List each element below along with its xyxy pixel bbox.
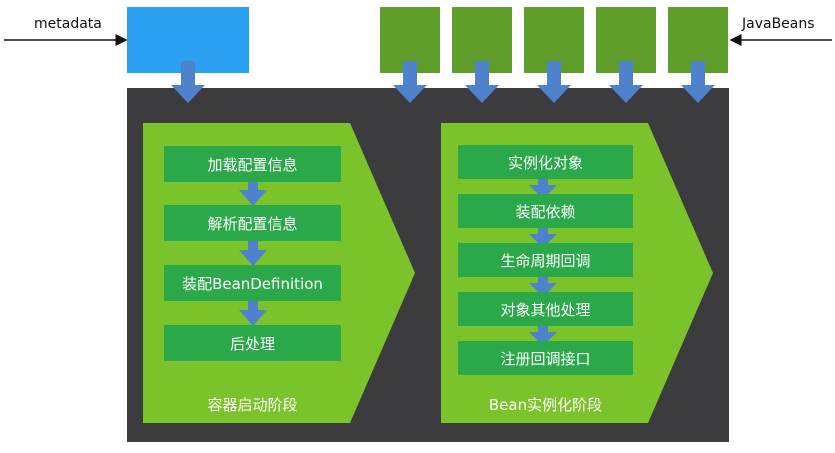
phase1-label: 容器启动阶段 (207, 396, 298, 414)
phase2-label: Bean实例化阶段 (488, 396, 603, 414)
phase2-step-register-callback: 注册回调接口 (458, 341, 633, 375)
bean-down-arrow-2 (465, 61, 499, 103)
phase2-step-instantiate: 实例化对象 (458, 145, 633, 179)
phase1-step-post-processing: 后处理 (164, 325, 341, 361)
bean-down-arrow-3 (537, 61, 571, 103)
metadata-down-arrow (171, 61, 205, 103)
phase2-step-lifecycle-callback: 生命周期回调 (458, 243, 633, 277)
bean-down-arrow-4 (609, 61, 643, 103)
phase1-step-assemble-beandefinition: 装配BeanDefinition (164, 265, 341, 301)
phase2-step-other-processing: 对象其他处理 (458, 292, 633, 326)
phase1-step-parse-config: 解析配置信息 (164, 205, 341, 241)
phase2-step-inject-dependencies: 装配依赖 (458, 194, 633, 228)
diagram-graphics (4, 34, 832, 423)
bean-down-arrow-5 (681, 61, 715, 103)
bean-down-arrow-1 (393, 61, 427, 103)
phase1-step-load-config: 加载配置信息 (164, 146, 341, 182)
